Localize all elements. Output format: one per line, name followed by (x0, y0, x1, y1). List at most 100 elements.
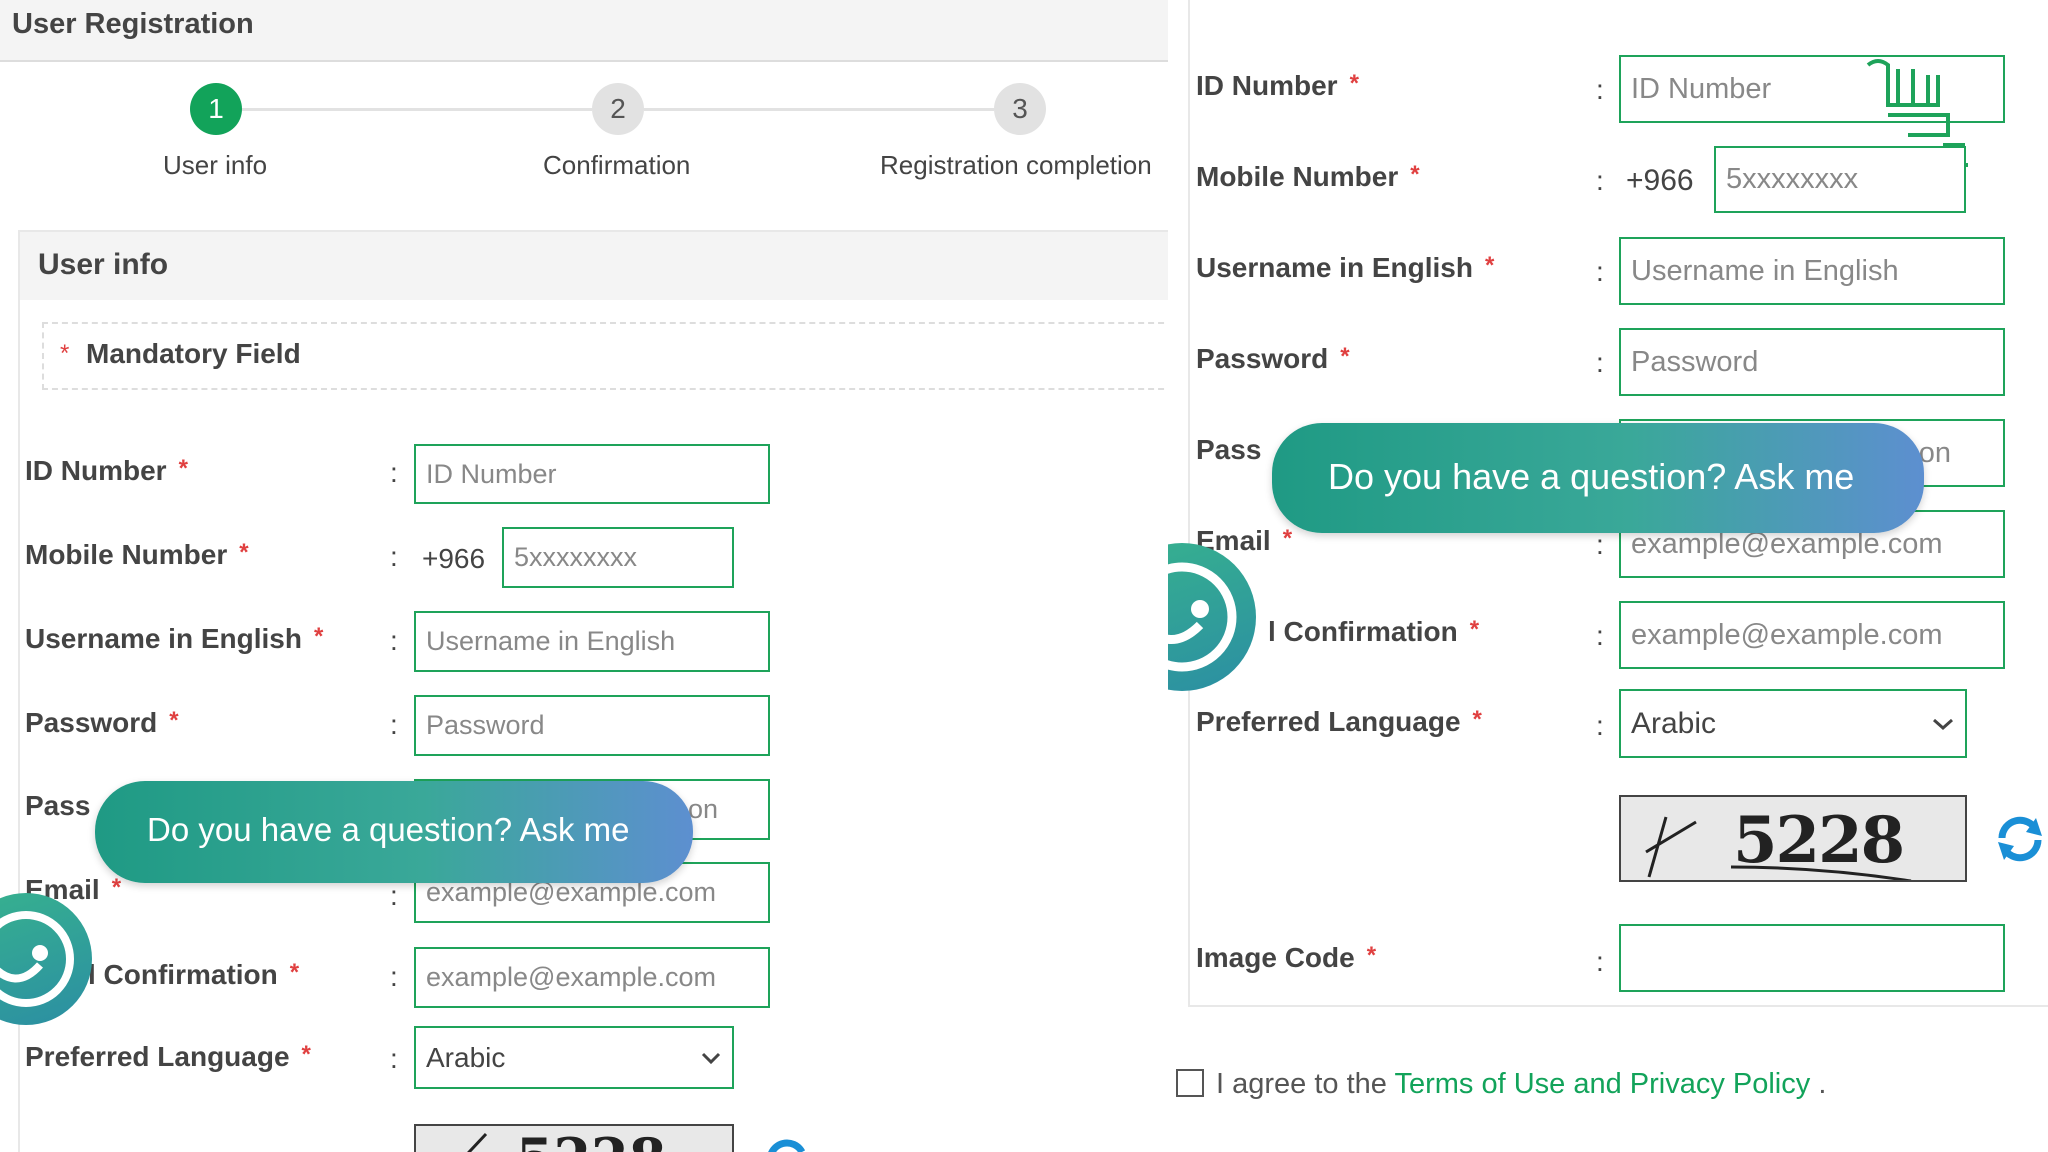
password-confirm-label: Pass (1196, 434, 1262, 465)
required-mark: * (301, 1041, 311, 1068)
captcha-code: 5228 (1733, 803, 1905, 878)
required-mark: * (239, 539, 249, 566)
language-label-text: Preferred Language (1196, 706, 1461, 737)
captcha-image: 5228 (414, 1124, 734, 1152)
username-label: Username in English * (1196, 252, 1494, 284)
mobile-number-input[interactable] (502, 527, 734, 588)
colon: : (1596, 620, 1604, 651)
required-mark: * (1469, 616, 1480, 643)
captcha-code: 5228 (516, 1126, 666, 1152)
chat-prompt-text: Do you have a question? Ask me (1328, 456, 1855, 497)
colon: : (1596, 74, 1604, 105)
required-mark: * (178, 455, 188, 482)
step-connector (242, 108, 592, 111)
step-3-label: Registration completion (880, 150, 1152, 180)
refresh-icon[interactable] (1992, 810, 2048, 866)
language-select-value: Arabic (1631, 707, 1717, 740)
chat-prompt-bubble[interactable]: Do you have a question? Ask me (1272, 423, 1924, 533)
colon: : (390, 541, 398, 572)
user-info-section: User info * Mandatory Field (18, 230, 1168, 1152)
required-mark: * (169, 707, 179, 734)
section-title: User info (38, 248, 169, 281)
colon: : (1596, 256, 1604, 287)
captcha-image: 5228 (1619, 795, 1967, 882)
language-select[interactable]: Arabic (414, 1026, 734, 1089)
required-mark: * (1366, 942, 1377, 969)
section-header: User info (20, 232, 1168, 300)
step-1-label: User info (163, 150, 268, 180)
image-code-label-text: Image Code (1196, 942, 1355, 973)
step-2-label: Confirmation (543, 150, 691, 180)
required-mark: * (60, 340, 70, 367)
terms-link[interactable]: Terms of Use and Privacy Policy (1394, 1068, 1810, 1100)
colon: : (1596, 347, 1604, 378)
password-label: Password * (25, 707, 179, 739)
required-mark: * (1484, 252, 1495, 279)
email-confirm-label: l Confirmation * (88, 959, 299, 991)
required-mark: * (1340, 343, 1350, 370)
terms-text: I agree to the Terms of Use and Privacy … (1216, 1068, 1826, 1101)
required-mark: * (313, 623, 324, 650)
language-label: Preferred Language * (25, 1041, 311, 1073)
mobile-number-label-text: Mobile Number (25, 539, 228, 570)
id-number-input[interactable] (414, 444, 770, 504)
colon: : (390, 457, 398, 488)
country-code-prefix: +966 (1626, 164, 1694, 197)
email-confirm-input[interactable] (414, 947, 770, 1008)
refresh-icon[interactable] (762, 1136, 812, 1152)
colon: : (390, 709, 398, 740)
mandatory-note: * Mandatory Field (42, 322, 1168, 390)
chat-prompt-bubble[interactable]: Do you have a question? Ask me (95, 781, 693, 883)
page-title: User Registration (12, 8, 254, 40)
id-number-label: ID Number * (25, 455, 188, 487)
email-confirm-label: l Confirmation * (1268, 616, 1479, 648)
step-2-circle: 2 (592, 83, 644, 135)
step-1-circle: 1 (190, 83, 242, 135)
required-mark: * (1410, 161, 1420, 188)
required-mark: * (1349, 70, 1359, 97)
password-input[interactable] (414, 695, 770, 756)
password-confirm-label: Pass (25, 790, 91, 821)
colon: : (390, 880, 398, 911)
registration-page-left: User Registration 1 2 3 User info Confir… (0, 0, 1168, 1152)
username-label-text: Username in English (25, 623, 302, 654)
required-mark: * (1282, 525, 1293, 552)
colon: : (1596, 946, 1604, 977)
colon: : (1596, 165, 1604, 196)
password-input[interactable] (1619, 328, 2005, 396)
username-input[interactable] (414, 611, 770, 672)
registration-page-right: ID Number * : Mobile Number * : +966 Usern… (1168, 0, 2048, 1152)
image-code-input[interactable] (1619, 924, 2005, 992)
mobile-number-input[interactable] (1714, 146, 1966, 213)
chevron-down-icon (701, 1052, 721, 1065)
mobile-number-label-text: Mobile Number (1196, 161, 1399, 192)
colon: : (1596, 529, 1604, 560)
username-label-text: Username in English (1196, 252, 1473, 283)
language-select-value: Arabic (426, 1042, 506, 1073)
id-number-label-text: ID Number (25, 455, 167, 486)
email-confirm-input[interactable] (1619, 601, 2005, 669)
language-label: Preferred Language * (1196, 706, 1482, 738)
terms-checkbox[interactable] (1176, 1069, 1204, 1097)
username-label: Username in English * (25, 623, 323, 655)
language-select[interactable]: Arabic (1619, 689, 1967, 758)
email-confirm-label-text: l Confirmation (1268, 616, 1458, 647)
chevron-down-icon (1933, 718, 1953, 731)
id-number-label: ID Number * (1196, 70, 1359, 102)
chat-prompt-text: Do you have a question? Ask me (147, 811, 630, 848)
required-mark: * (111, 874, 122, 901)
required-mark: * (289, 959, 300, 986)
colon: : (390, 961, 398, 992)
colon: : (390, 625, 398, 656)
password-label: Password * (1196, 343, 1350, 375)
step-connector (644, 108, 994, 111)
password-label-text: Password (25, 707, 158, 738)
mobile-number-label: Mobile Number * (25, 539, 249, 571)
image-code-label: Image Code * (1196, 942, 1376, 974)
page-header: User Registration (0, 0, 1168, 62)
language-label-text: Preferred Language (25, 1041, 290, 1072)
email-confirm-label-text: l Confirmation (88, 959, 278, 990)
colon: : (390, 1043, 398, 1074)
terms-prefix: I agree to the (1216, 1068, 1387, 1100)
username-input[interactable] (1619, 237, 2005, 305)
